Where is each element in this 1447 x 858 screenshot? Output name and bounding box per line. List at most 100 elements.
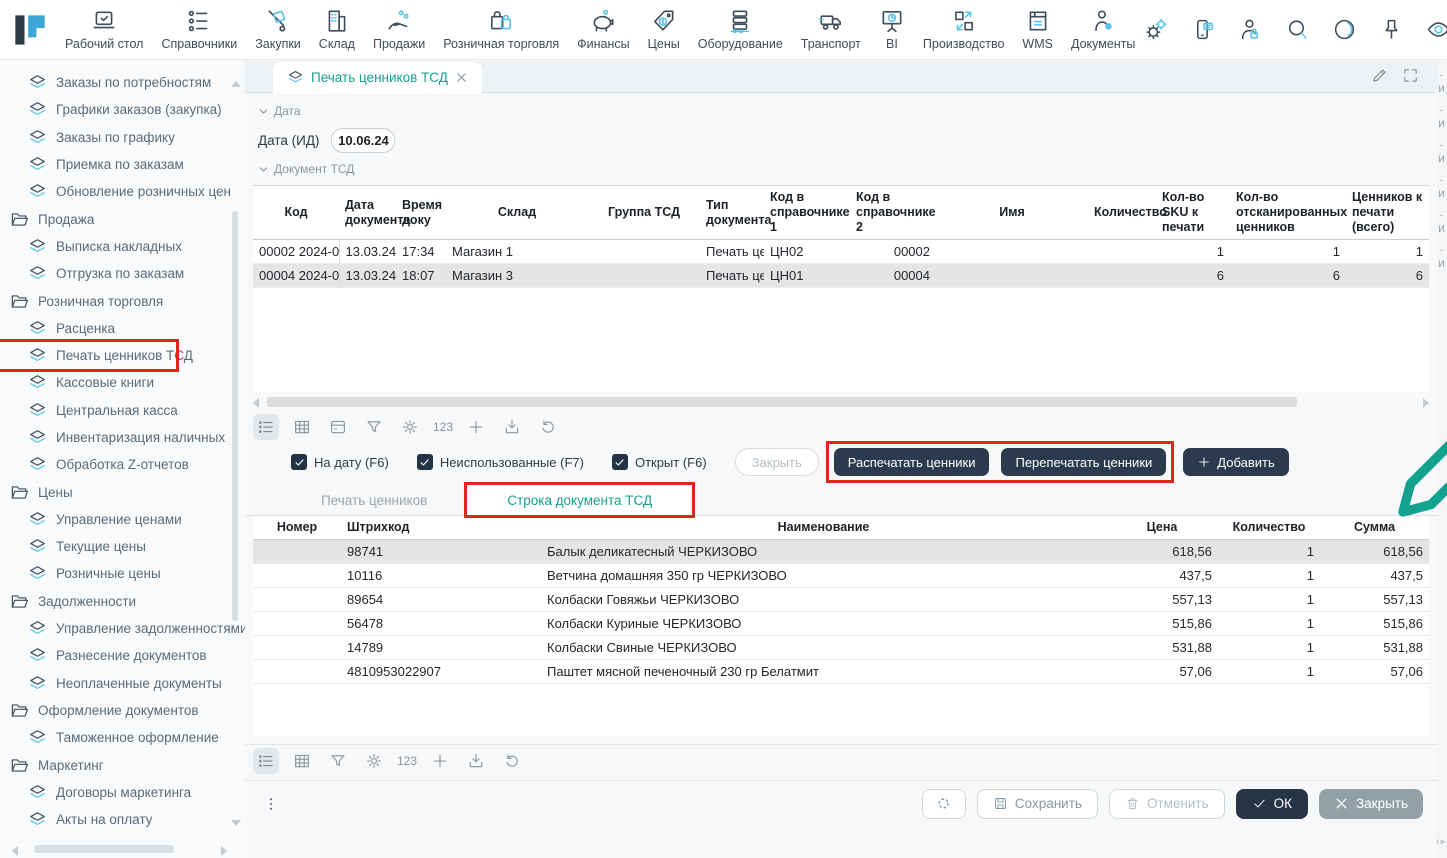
lines-table-row[interactable]: 14789 Колбаски Свиные ЧЕРКИЗОВО 531,88 1… — [253, 636, 1429, 660]
lower-tab[interactable]: Печать ценников — [281, 485, 467, 515]
ok-button[interactable]: ОК — [1236, 789, 1308, 819]
scroll-down-arrow-icon[interactable] — [231, 820, 241, 826]
print-price-tags-button[interactable]: Распечатать ценники — [834, 448, 990, 476]
col-name[interactable]: Имя — [936, 186, 1088, 240]
refresh-icon[interactable] — [535, 414, 561, 440]
settings-gear-icon[interactable] — [397, 414, 423, 440]
list-view-icon[interactable] — [253, 414, 279, 440]
top-nav-item[interactable]: Цены — [639, 2, 689, 58]
sidebar-item[interactable]: Кассовые книги — [0, 369, 245, 396]
top-right-icon[interactable] — [1426, 17, 1447, 42]
scroll-right-arrow-icon[interactable] — [1423, 398, 1429, 408]
col-product-name[interactable]: Наименование — [541, 516, 1106, 540]
sidebar-item[interactable]: Таможенное оформление — [0, 724, 245, 751]
cancel-button[interactable]: Отменить — [1109, 789, 1225, 819]
top-right-icon[interactable] — [1379, 17, 1404, 42]
top-nav-item[interactable]: Документы — [1062, 2, 1144, 58]
sidebar-item[interactable]: Инвентаризация наличных — [0, 424, 245, 451]
sidebar-hscroll-thumb[interactable] — [34, 845, 174, 853]
tab-close-icon[interactable] — [455, 71, 468, 84]
top-right-icon[interactable] — [1238, 17, 1263, 42]
filter-funnel-icon[interactable] — [361, 414, 387, 440]
filter-checkbox[interactable]: На дату (F6) — [291, 454, 389, 470]
add-button[interactable]: Добавить — [1183, 448, 1288, 476]
sidebar-item[interactable]: Обновление розничных цен — [0, 178, 245, 205]
numbers-toggle[interactable]: 123 — [397, 754, 417, 768]
checkbox-checked-icon[interactable] — [612, 454, 628, 470]
sidebar-item[interactable]: Розничная торговля — [0, 287, 245, 314]
list-view-icon[interactable] — [253, 748, 279, 774]
sidebar-vertical-scrollbar[interactable] — [231, 81, 239, 826]
col-ref2[interactable]: Код в справочнике 2 — [850, 186, 936, 240]
tab-print-price-tags-tsd[interactable]: Печать ценников ТСД — [273, 62, 482, 93]
doc-table-row[interactable]: 00002 2024-0 13.03.24 17:34 Магазин 1 Пе… — [253, 240, 1429, 264]
top-right-icon[interactable] — [1285, 17, 1310, 42]
sidebar-item[interactable]: Обработка Z-отчетов — [0, 451, 245, 478]
top-nav-item[interactable]: Транспорт — [792, 2, 870, 58]
col-tags-total[interactable]: Ценников к печати (всего) — [1346, 186, 1429, 240]
col-doc-type[interactable]: Тип документа — [700, 186, 764, 240]
calendar-view-icon[interactable] — [325, 414, 351, 440]
top-nav-item[interactable]: BI — [870, 2, 914, 58]
close-window-button[interactable]: Закрыть — [1319, 789, 1423, 819]
sidebar-item[interactable]: Маркетинг — [0, 751, 245, 778]
add-plus-icon[interactable] — [427, 748, 453, 774]
sidebar-item[interactable]: Расценка — [0, 315, 245, 342]
settings-gear-icon[interactable] — [361, 748, 387, 774]
filter-checkbox[interactable]: Неиспользованные (F7) — [417, 454, 584, 470]
doc-table-horizontal-scrollbar[interactable] — [253, 396, 1429, 408]
sidebar-item[interactable]: Розничные цены — [0, 560, 245, 587]
sidebar-item[interactable]: Продажа — [0, 205, 245, 232]
col-scanned[interactable]: Кол-во отсканированных ценников — [1230, 186, 1346, 240]
reprint-price-tags-button[interactable]: Перепечатать ценники — [1001, 448, 1166, 476]
sidebar-item[interactable]: Текущие цены — [0, 533, 245, 560]
top-nav-item[interactable]: Закупки — [246, 2, 310, 58]
kebab-menu-icon[interactable] — [263, 796, 279, 812]
sidebar-item[interactable]: Договоры маркетинга — [0, 779, 245, 806]
sidebar-item[interactable]: Выписка накладных — [0, 233, 245, 260]
col-code[interactable]: Код — [253, 186, 339, 240]
top-nav-item[interactable]: Производство — [914, 2, 1014, 58]
checkbox-checked-icon[interactable] — [417, 454, 433, 470]
add-plus-icon[interactable] — [463, 414, 489, 440]
col-ref1[interactable]: Код в справочнике 1 — [764, 186, 850, 240]
lines-table-row[interactable]: 56478 Колбаски Куриные ЧЕРКИЗОВО 515,86 … — [253, 612, 1429, 636]
col-tsd-group[interactable]: Группа ТСД — [588, 186, 700, 240]
col-barcode[interactable]: Штрихкод — [341, 516, 541, 540]
sidebar-item[interactable]: Акты на оплату — [0, 806, 245, 833]
col-price[interactable]: Цена — [1106, 516, 1218, 540]
sidebar-item[interactable]: Разнесение документов — [0, 642, 245, 669]
sidebar-item[interactable]: Заказы по потребностям — [0, 69, 245, 96]
top-right-icon[interactable] — [1144, 17, 1169, 42]
refresh-spinner-button[interactable] — [922, 789, 966, 819]
top-nav-item[interactable]: WMS — [1013, 2, 1062, 58]
numbers-toggle[interactable]: 123 — [433, 420, 453, 434]
date-id-input[interactable]: 10.06.24 — [331, 128, 395, 153]
section-date[interactable]: Дата — [258, 101, 1437, 121]
top-nav-item[interactable]: Продажи — [364, 2, 434, 58]
sidebar-item[interactable]: Управление ценами — [0, 506, 245, 533]
sidebar-item[interactable]: Отгрузка по заказам — [0, 260, 245, 287]
hscroll-thumb[interactable] — [267, 397, 1297, 407]
sidebar-item[interactable]: Задолженности — [0, 588, 245, 615]
top-nav-item[interactable]: Оборудование — [689, 2, 792, 58]
export-download-icon[interactable] — [463, 748, 489, 774]
grid-view-icon[interactable] — [289, 748, 315, 774]
top-nav-item[interactable]: Рабочий стол — [56, 2, 152, 58]
edit-pencil-icon[interactable] — [1371, 67, 1388, 84]
top-nav-item[interactable]: Склад — [310, 2, 364, 58]
top-nav-item[interactable]: Справочники — [152, 2, 246, 58]
sidebar-horizontal-scrollbar[interactable] — [12, 845, 227, 854]
col-quantity[interactable]: Количество — [1088, 186, 1156, 240]
filter-checkbox[interactable]: Открыт (F6) — [612, 454, 707, 470]
col-doc-date[interactable]: Дата документа — [339, 186, 396, 240]
lines-table-row[interactable]: 89654 Колбаски Говяжьи ЧЕРКИЗОВО 557,13 … — [253, 588, 1429, 612]
lines-table-row[interactable]: 10116 Ветчина домашняя 350 гр ЧЕРКИЗОВО … — [253, 564, 1429, 588]
sidebar-scroll-thumb[interactable] — [232, 211, 238, 621]
sidebar-item[interactable]: Центральная касса — [0, 397, 245, 424]
scroll-right-arrow-icon[interactable] — [221, 846, 227, 856]
filter-funnel-icon[interactable] — [325, 748, 351, 774]
sidebar-item[interactable]: Печать ценников ТСД — [0, 342, 176, 369]
save-button[interactable]: Сохранить — [977, 789, 1098, 819]
export-download-icon[interactable] — [499, 414, 525, 440]
